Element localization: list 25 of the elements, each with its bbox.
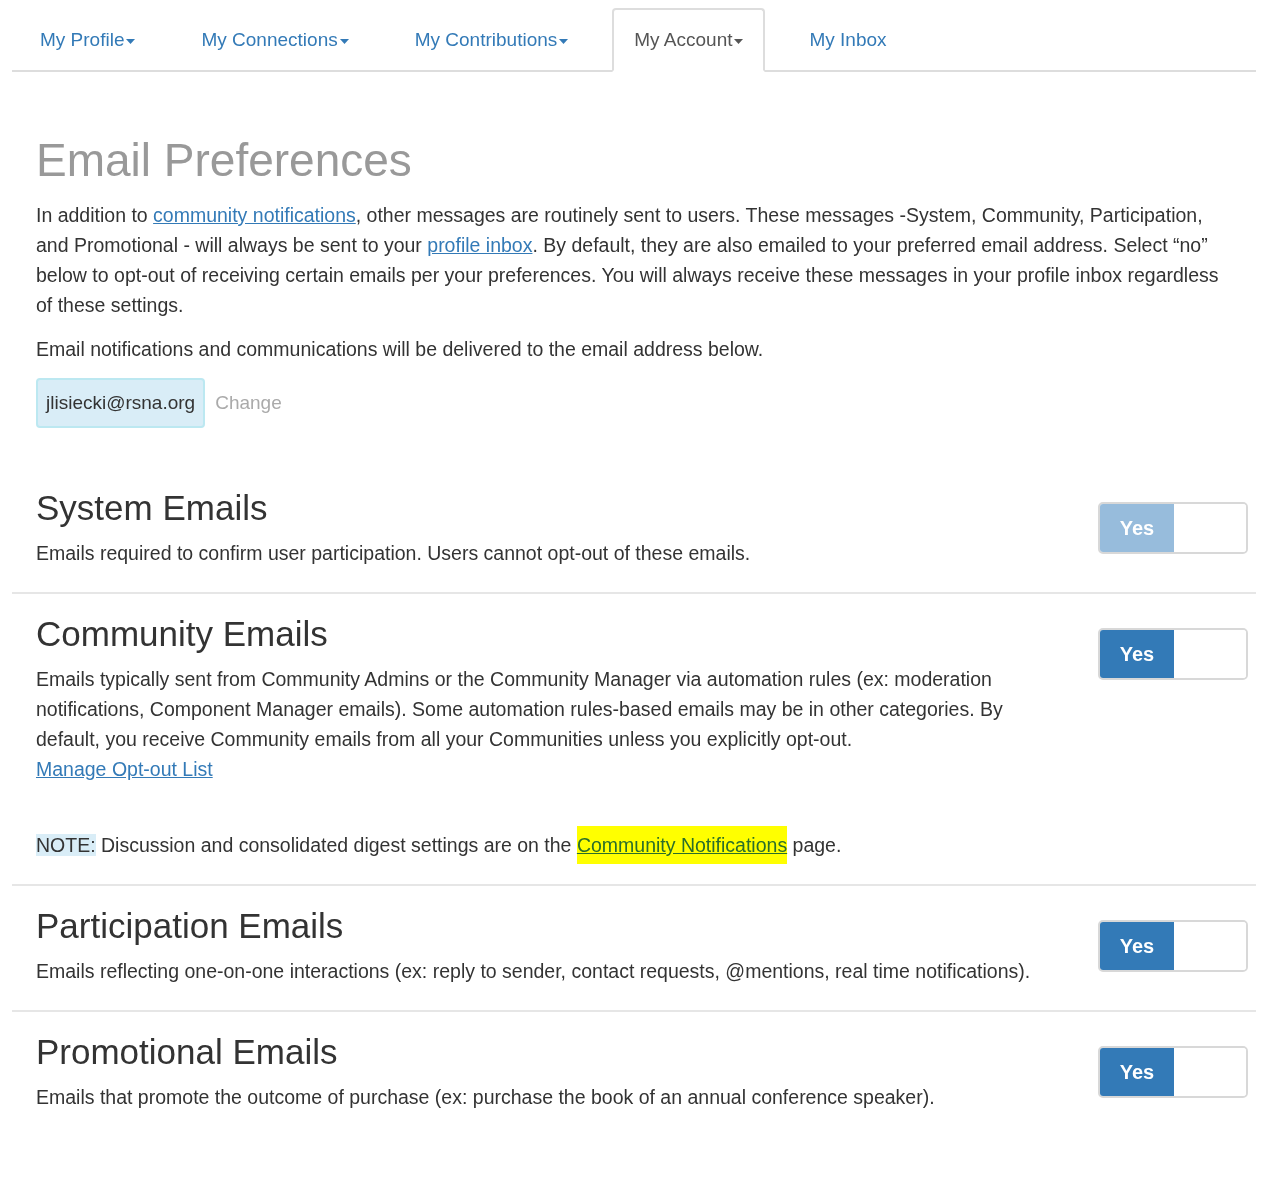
nav-tab[interactable]: My Account — [612, 8, 766, 72]
page-title: Email Preferences — [36, 133, 413, 188]
delivery-note: Email notifications and communications will be delivered to the email address below. — [36, 337, 765, 362]
text-link[interactable]: profile inbox — [427, 234, 533, 256]
section-description: Emails that promote the outcome of purchase (ex: purchase the book of an annual conference speaker). — [36, 1085, 936, 1110]
toggle-switch[interactable]: Yes — [1098, 628, 1248, 680]
section-title: System Emails — [36, 487, 269, 529]
text-link[interactable]: Community Notifications — [576, 826, 788, 864]
nav-tab[interactable]: My Connections — [179, 8, 371, 72]
section-title: Promotional Emails — [36, 1031, 339, 1073]
toggle-switch[interactable]: Yes — [1098, 920, 1248, 972]
section-title: Community Emails — [36, 613, 329, 655]
section-title: Participation Emails — [36, 905, 345, 947]
text-link[interactable]: community notifications — [153, 204, 356, 226]
section-description: Emails reflecting one-on-one interactions (ex: reply to sender, contact requests, @mentions, real time notifications). — [36, 959, 1032, 984]
section-description: Emails required to confirm user participation. Users cannot opt-out of these emails. — [36, 541, 752, 566]
toggle-switch[interactable]: Yes — [1098, 1046, 1248, 1098]
nav-tab[interactable]: My Contributions — [392, 8, 591, 72]
nav-tab[interactable]: My Profile — [18, 8, 158, 72]
email-address: jlisiecki@rsna.org — [36, 378, 206, 428]
opt-out-link[interactable]: Manage Opt-out List — [36, 754, 213, 784]
nav-tab[interactable]: My Inbox — [787, 8, 909, 72]
section-description: Emails typically sent from Community Admins or the Community Manager via automation rules (ex: moderation notifications, Component Manager emails). Some automation rules-based emails may be in other categories. By default, you receive Community emails from all your Communities unless you explicitly opt-out. — [36, 667, 1004, 752]
change-link[interactable]: Change — [215, 388, 282, 418]
intro-paragraph: In addition to community notifications, other messages are routinely sent to users. These messages -System, Community, Participation, and Promotional - will always be sent to your profile inbox. By default, they are also emailed to your preferred email address. Select “no” below to opt-out of receiving certain emails per your preferences. You will always receive these messages in your profile inbox regardless of these settings. — [36, 203, 1220, 318]
